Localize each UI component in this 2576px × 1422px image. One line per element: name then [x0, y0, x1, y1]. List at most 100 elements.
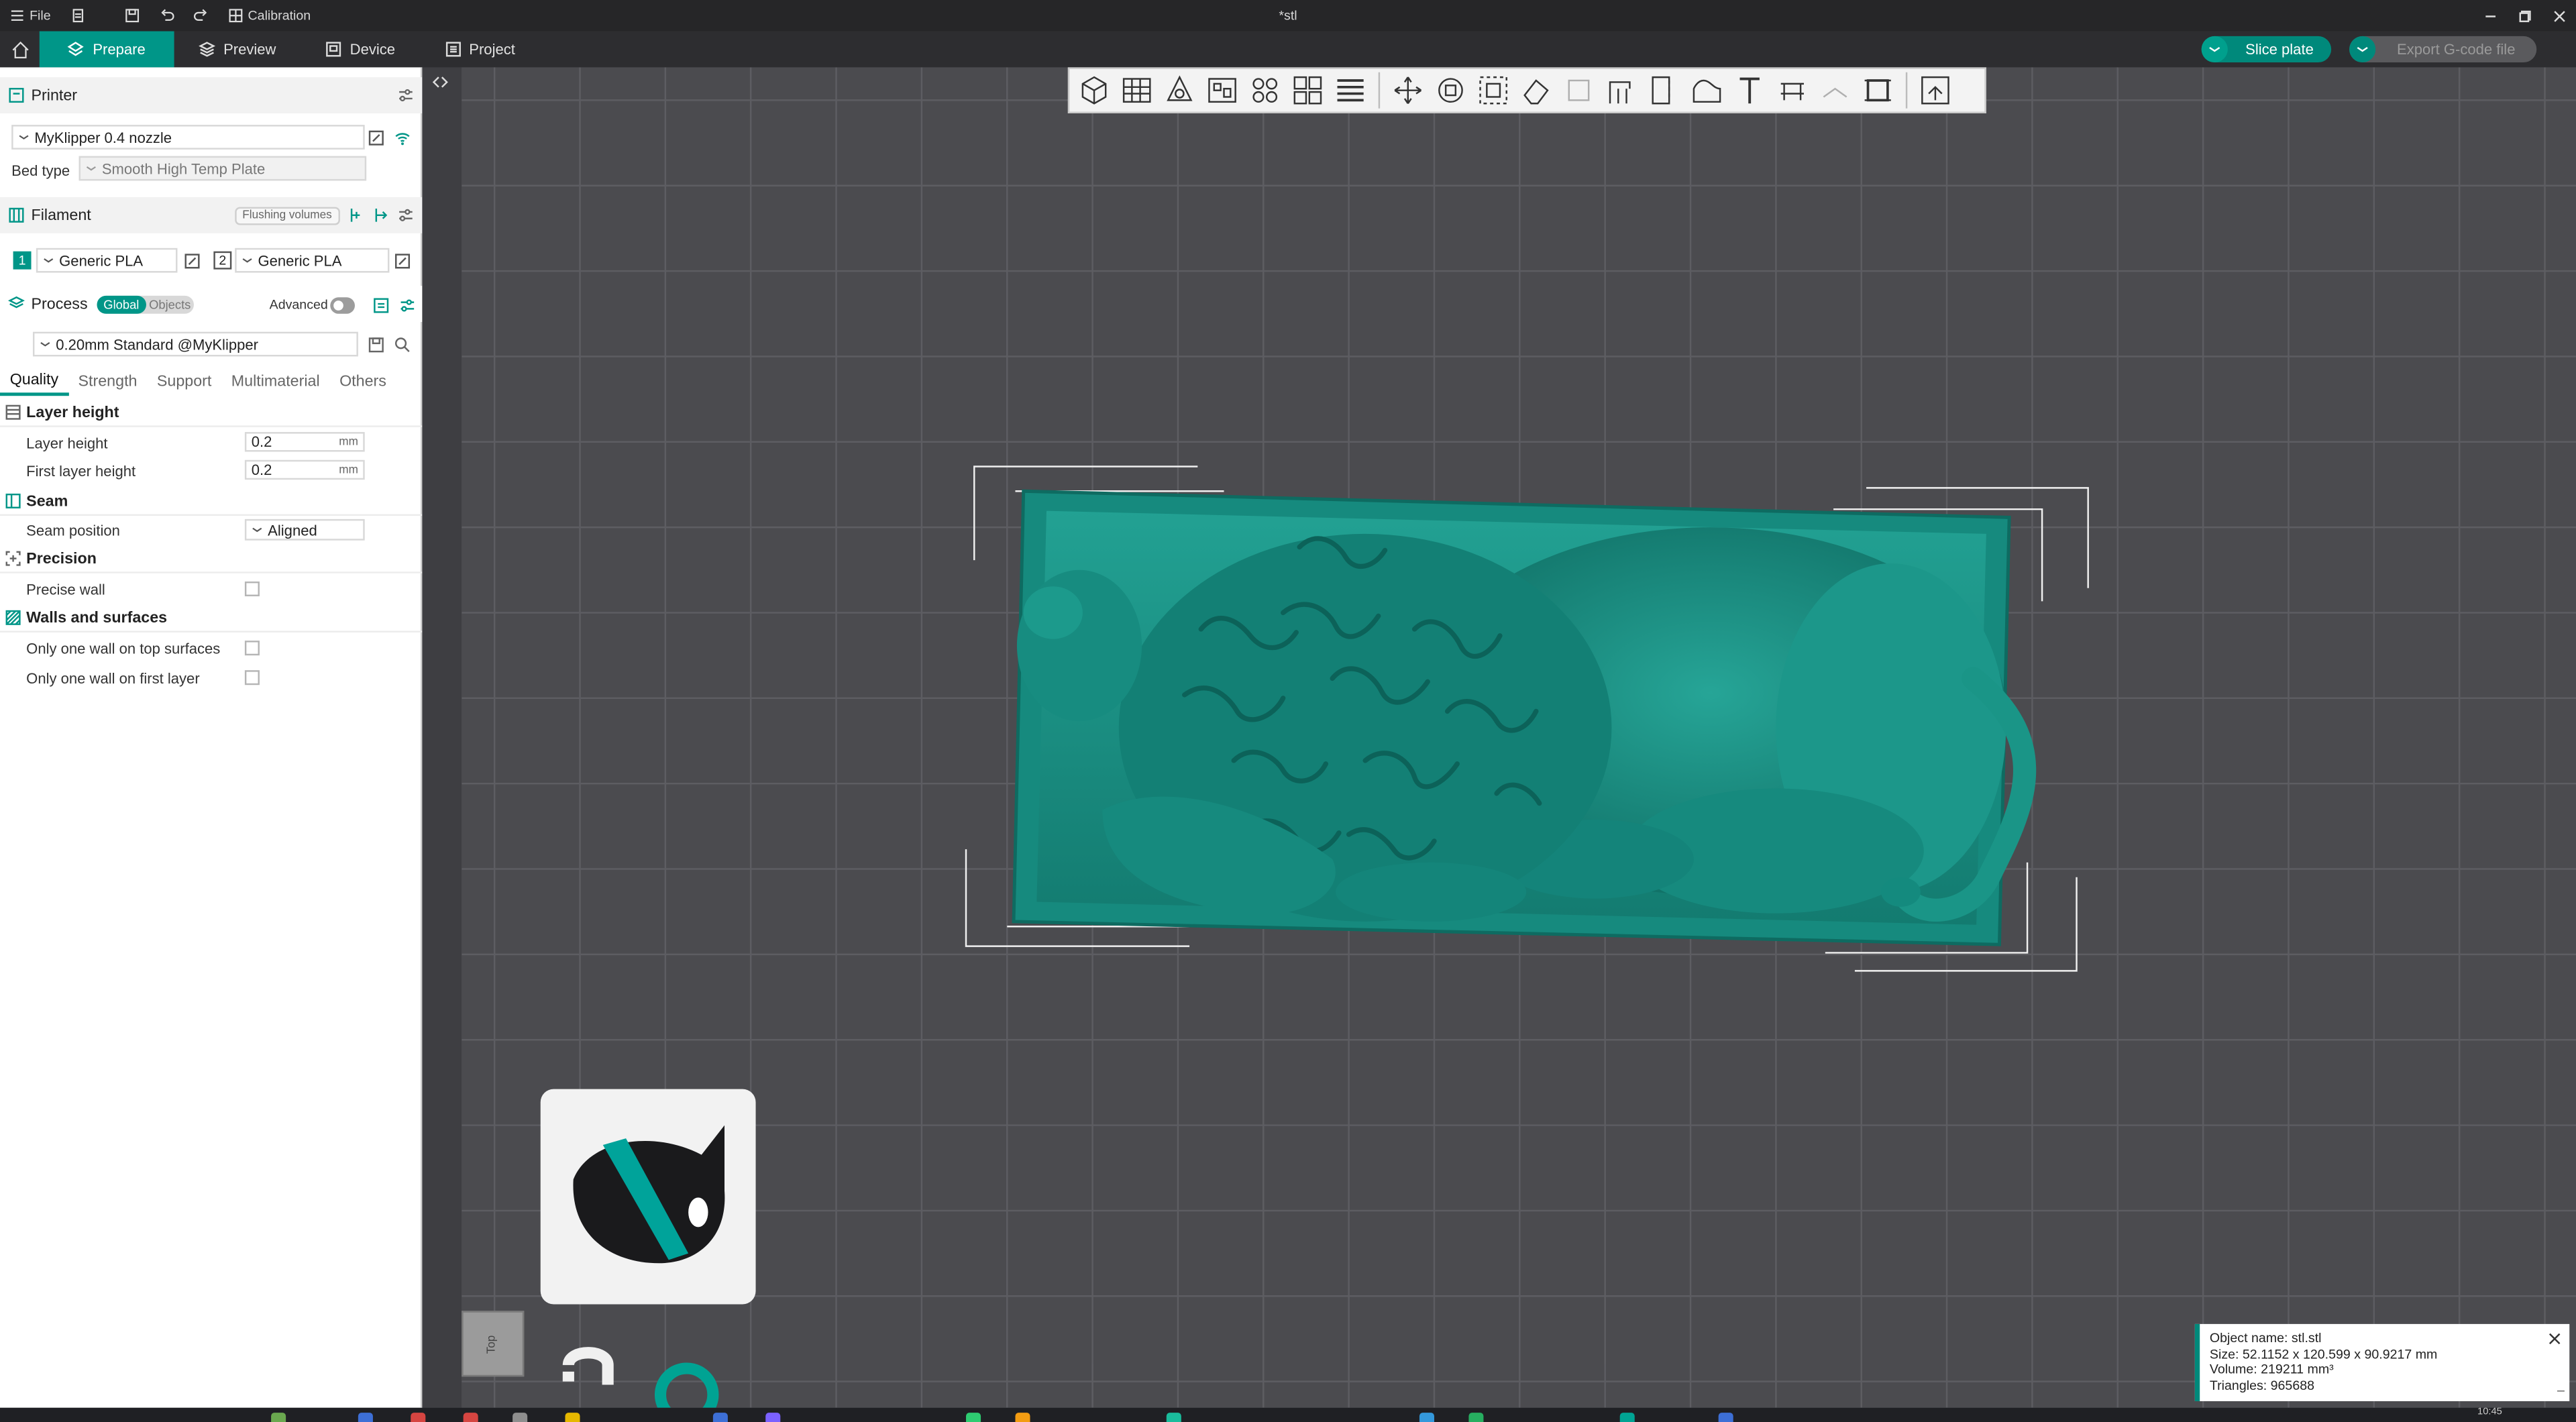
3d-viewport[interactable] — [462, 67, 2576, 1408]
close-window-button[interactable] — [2542, 0, 2576, 32]
filament-slot-1-number[interactable]: 1 — [13, 251, 32, 270]
slice-plate-button[interactable]: Slice plate — [2201, 36, 2332, 63]
calibration-menu[interactable]: Calibration — [218, 0, 320, 32]
auto-orient-button[interactable] — [1160, 70, 1199, 110]
process-preset-select[interactable]: 0.20mm Standard @MyKlipper — [32, 331, 358, 357]
seam-paint-button[interactable] — [1644, 70, 1684, 110]
tab-support[interactable]: Support — [147, 368, 221, 396]
taskbar-app-icon[interactable] — [513, 1413, 528, 1422]
view-options-icon — [1921, 76, 1949, 105]
filament-slot-1-select[interactable]: Generic PLA — [36, 248, 178, 273]
tab-quality[interactable]: Quality — [0, 368, 68, 396]
export-gcode-button[interactable]: Export G-code file — [2349, 36, 2537, 63]
process-compare-button[interactable] — [371, 296, 389, 314]
measure-tool-button[interactable] — [1772, 70, 1812, 110]
taskbar-app-icon[interactable] — [765, 1413, 781, 1422]
taskbar-app-icon[interactable] — [712, 1413, 728, 1422]
taskbar-app-icon[interactable] — [1619, 1413, 1635, 1422]
fuzzy-skin-button[interactable] — [1687, 70, 1727, 110]
support-paint-button[interactable] — [1602, 70, 1642, 110]
save-preset-button[interactable] — [366, 335, 384, 353]
assembly-button[interactable] — [1815, 70, 1855, 110]
taskbar-app-icon[interactable] — [966, 1413, 981, 1422]
first-layer-height-input[interactable]: 0.2 mm — [244, 459, 365, 480]
one-wall-first-checkbox[interactable] — [244, 670, 260, 686]
add-plate-button[interactable] — [1117, 70, 1157, 110]
tab-preview[interactable]: Preview — [174, 32, 301, 68]
collapse-sidebar-button[interactable] — [429, 70, 451, 93]
precise-wall-checkbox[interactable] — [244, 581, 260, 596]
new-file-button[interactable] — [60, 0, 95, 32]
printer-preset-select[interactable]: MyKlipper 0.4 nozzle — [11, 125, 365, 150]
add-object-button[interactable] — [1075, 70, 1114, 110]
seam-position-select[interactable]: Aligned — [244, 518, 365, 541]
advanced-toggle[interactable] — [330, 297, 355, 314]
scope-global[interactable]: Global — [97, 295, 146, 314]
tab-device[interactable]: Device — [301, 32, 420, 68]
add-filament-icon[interactable] — [348, 207, 364, 223]
taskbar-app-icon[interactable] — [358, 1413, 373, 1422]
layers-editing-button[interactable] — [1331, 70, 1371, 110]
taskbar-app-icon[interactable] — [1419, 1413, 1434, 1422]
tab-multimaterial[interactable]: Multimaterial — [221, 368, 329, 396]
home-button[interactable] — [0, 32, 40, 68]
printer-settings-icon[interactable] — [398, 87, 414, 103]
tab-project[interactable]: Project — [420, 32, 540, 68]
tab-strength[interactable]: Strength — [68, 368, 147, 396]
scale-tool-button[interactable] — [1474, 70, 1513, 110]
arrange-button[interactable] — [1203, 70, 1242, 110]
tab-prepare[interactable]: Prepare — [39, 31, 174, 68]
scope-objects[interactable]: Objects — [146, 296, 194, 314]
remove-filament-icon[interactable] — [373, 207, 389, 223]
printer-connection-button[interactable] — [392, 128, 411, 146]
text-icon — [1739, 77, 1760, 104]
minimize-info-button[interactable]: – — [2557, 1382, 2565, 1398]
split-parts-button[interactable] — [1288, 70, 1328, 110]
view-cube[interactable]: Top — [462, 1311, 525, 1377]
export-dropdown[interactable] — [2349, 36, 2376, 63]
split-objects-button[interactable] — [1245, 70, 1285, 110]
one-wall-top-checkbox[interactable] — [244, 641, 260, 656]
taskbar-app-icon[interactable] — [271, 1413, 286, 1422]
bed-type-select[interactable]: Smooth High Temp Plate — [78, 156, 367, 181]
lay-on-face-button[interactable] — [1516, 70, 1556, 110]
taskbar-app-icon[interactable] — [1166, 1413, 1181, 1422]
rotate-tool-button[interactable] — [1431, 70, 1470, 110]
filament-slot-2-select[interactable]: Generic PLA — [235, 248, 390, 273]
taskbar-app-icon[interactable] — [1718, 1413, 1733, 1422]
slice-dropdown[interactable] — [2201, 36, 2228, 63]
taskbar-app-icon[interactable] — [565, 1413, 580, 1422]
search-settings-button[interactable] — [392, 335, 411, 353]
save-button[interactable] — [115, 0, 149, 32]
redo-button[interactable] — [184, 0, 218, 32]
printer-preset-value: MyKlipper 0.4 nozzle — [34, 129, 172, 146]
tab-others[interactable]: Others — [329, 368, 396, 396]
filament-slot-2-name: Generic PLA — [258, 252, 342, 269]
filament-slot-1-name: Generic PLA — [59, 252, 144, 269]
restore-button[interactable] — [2507, 0, 2541, 32]
process-settings-button[interactable] — [398, 296, 416, 314]
file-menu[interactable]: File — [0, 0, 60, 32]
close-info-button[interactable] — [2546, 1331, 2563, 1347]
boolean-tool-button[interactable] — [1858, 70, 1898, 110]
flushing-volumes-button[interactable]: Flushing volumes — [234, 206, 340, 225]
edit-filament-2-button[interactable] — [392, 252, 411, 270]
move-tool-button[interactable] — [1388, 70, 1428, 110]
cut-tool-button[interactable] — [1559, 70, 1599, 110]
edit-printer-button[interactable] — [366, 128, 384, 146]
chevron-down-icon — [2209, 47, 2220, 52]
taskbar-app-icon[interactable] — [463, 1413, 478, 1422]
text-tool-button[interactable] — [1730, 70, 1770, 110]
filament-settings-icon[interactable] — [398, 207, 414, 223]
taskbar-app-icon[interactable] — [1468, 1413, 1484, 1422]
taskbar-app-icon[interactable] — [1015, 1413, 1030, 1422]
taskbar-app-icon[interactable] — [411, 1413, 426, 1422]
lion-model[interactable] — [1004, 482, 2055, 958]
view-options-button[interactable] — [1916, 70, 1955, 110]
undo-button[interactable] — [150, 0, 184, 32]
edit-filament-1-button[interactable] — [182, 252, 201, 270]
process-scope-toggle[interactable]: Global Objects — [97, 295, 194, 314]
layer-height-input[interactable]: 0.2 mm — [244, 432, 365, 452]
filament-slot-2-number[interactable]: 2 — [213, 251, 232, 270]
minimize-button[interactable] — [2473, 0, 2507, 32]
